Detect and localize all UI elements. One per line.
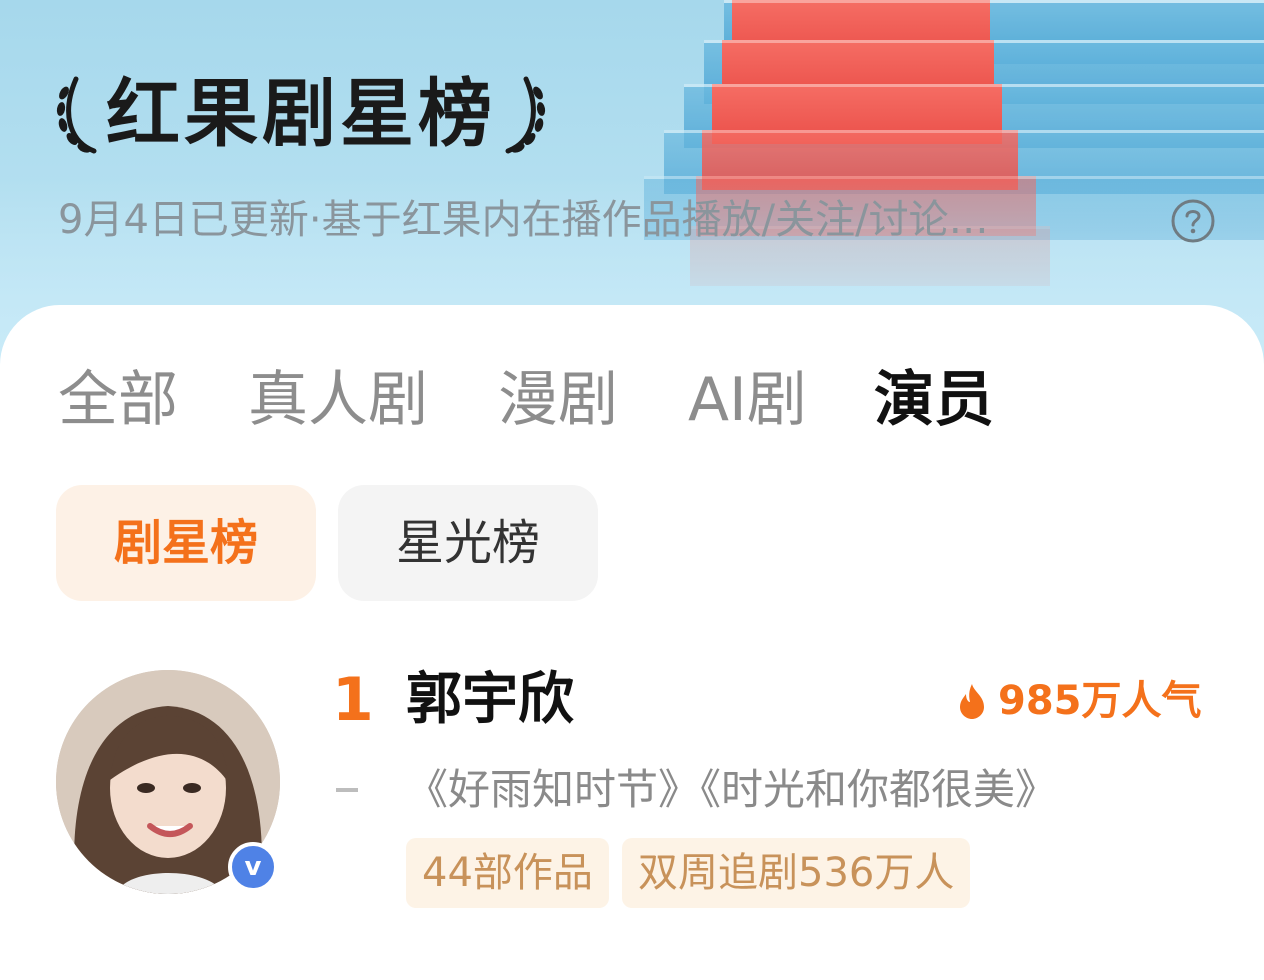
laurel-right-icon [505, 76, 546, 154]
works-list: 《好雨知时节》《时光和你都很美》 [406, 760, 1057, 820]
laurel-left-icon [56, 76, 97, 154]
page-title: 红果剧星榜 [106, 71, 496, 157]
tab-ai[interactable]: AI剧 [688, 365, 807, 435]
subtab-starlight[interactable]: 星光榜 [338, 485, 598, 601]
tab-all[interactable]: 全部 [58, 365, 178, 435]
avatar-wrap[interactable]: v [56, 670, 280, 894]
works-count-badge: 44部作品 [406, 838, 609, 908]
update-subtitle: 9月4日已更新·基于红果内在播作品播放/关注/讨论… [58, 197, 989, 243]
star-ranking-page: 红果剧星榜 9月4日已更新·基于红果内在播作品播放/关注/讨论… 全部 真人剧 … [0, 0, 1264, 980]
popularity: 985万人气 [956, 673, 1202, 729]
tab-anime[interactable]: 漫剧 [498, 365, 618, 435]
flame-icon [960, 684, 984, 719]
work-title[interactable]: 《时光和你都很美》 [700, 765, 1057, 814]
trend-unchanged-indicator [336, 788, 358, 792]
ranking-card: 全部 真人剧 漫剧 AI剧 演员 剧星榜 星光榜 v 1 郭宇欣 985万人气 … [0, 305, 1264, 980]
question-circle-icon[interactable] [1170, 198, 1216, 244]
title-group: 红果剧星榜 [54, 64, 548, 164]
popularity-value: 985万人气 [998, 678, 1202, 724]
rank-number: 1 [332, 665, 374, 735]
followers-badge: 双周追剧536万人 [622, 838, 971, 908]
tab-actors[interactable]: 演员 [874, 365, 994, 435]
verified-v-icon: v [228, 842, 278, 892]
subtab-drama-star[interactable]: 剧星榜 [56, 485, 316, 601]
work-title[interactable]: 《好雨知时节》 [406, 765, 700, 814]
actor-name[interactable]: 郭宇欣 [406, 665, 574, 735]
tab-live-action[interactable]: 真人剧 [248, 365, 428, 435]
